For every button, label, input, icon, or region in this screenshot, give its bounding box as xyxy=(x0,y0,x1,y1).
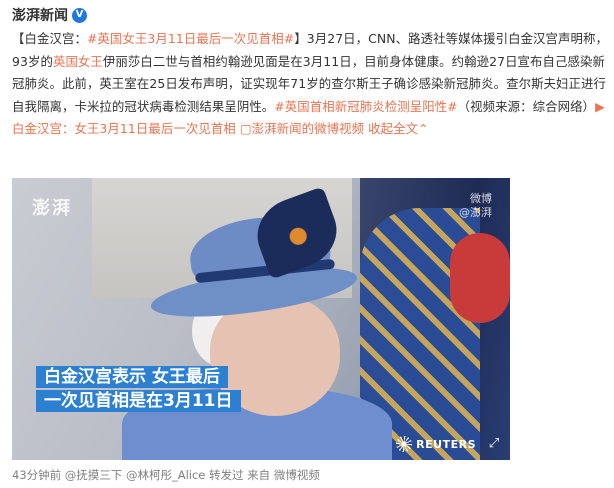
reuters-dots-icon xyxy=(396,436,413,452)
video-link[interactable]: 白金汉宫：女王3月11日最后一次见首相 xyxy=(12,121,236,136)
chevron-up-icon: ⌃ xyxy=(418,121,429,136)
post-text: 【白金汉宫：#英国女王3月11日最后一次见首相#】3月27日，CNN、路透社等媒… xyxy=(12,28,608,141)
weibo-watermark-account: @澎湃 xyxy=(459,206,492,219)
repost-label: 转发过 xyxy=(209,468,244,482)
author-name[interactable]: 澎湃新闻 xyxy=(12,5,68,25)
weibo-watermark: 微博 @澎湃 xyxy=(459,192,492,220)
topic-link-pm-covid[interactable]: #英国首相新冠肺炎检测呈阳性# xyxy=(274,99,457,114)
caption-line-2: 一次见首相是在3月11日 xyxy=(36,390,241,412)
topic-link-queen-meeting[interactable]: #英国女王3月11日最后一次见首相# xyxy=(87,31,294,46)
weibo-video-link[interactable]: 澎湃新闻的微博视频 xyxy=(252,121,364,136)
reuters-label: REUTERS xyxy=(416,437,476,451)
video-caption: 白金汉宫表示 女王最后 一次见首相是在3月11日 xyxy=(36,366,241,414)
repost-user-1[interactable]: @抚摸三下 xyxy=(65,468,123,482)
repost-user-2[interactable]: @林柯彤_Alice xyxy=(126,468,205,482)
caption-line-1: 白金汉宫表示 女王最后 xyxy=(36,366,228,388)
collapse-text-link[interactable]: 收起全文 xyxy=(368,121,418,136)
topic-link-queen[interactable]: 英国女王 xyxy=(53,54,103,69)
video-source-note: （视频来源：综合网络） xyxy=(457,98,596,114)
video-player[interactable]: 澎湃 微博 @澎湃 白金汉宫表示 女王最后 一次见首相是在3月11日 REUTE… xyxy=(12,178,510,460)
verified-badge-icon: V xyxy=(72,7,87,23)
post-header: 澎湃新闻 V xyxy=(12,4,87,26)
post-footer: 43分钟前 @抚摸三下 @林柯彤_Alice 转发过 来自 微博视频 xyxy=(12,467,320,483)
red-accent xyxy=(450,233,510,323)
weibo-video-icon: ▢ xyxy=(239,121,252,136)
reuters-logo: REUTERS xyxy=(396,436,476,452)
weibo-watermark-logo: 微博 xyxy=(470,192,492,205)
fullscreen-icon[interactable]: ⤢ xyxy=(486,436,502,452)
thepaper-watermark: 澎湃 xyxy=(32,198,72,219)
video-link-icon: ▶ xyxy=(595,98,605,114)
post-source: 来自 微博视频 xyxy=(247,468,320,482)
post-time[interactable]: 43分钟前 xyxy=(12,468,61,482)
post-prefix: 【白金汉宫： xyxy=(12,31,87,46)
